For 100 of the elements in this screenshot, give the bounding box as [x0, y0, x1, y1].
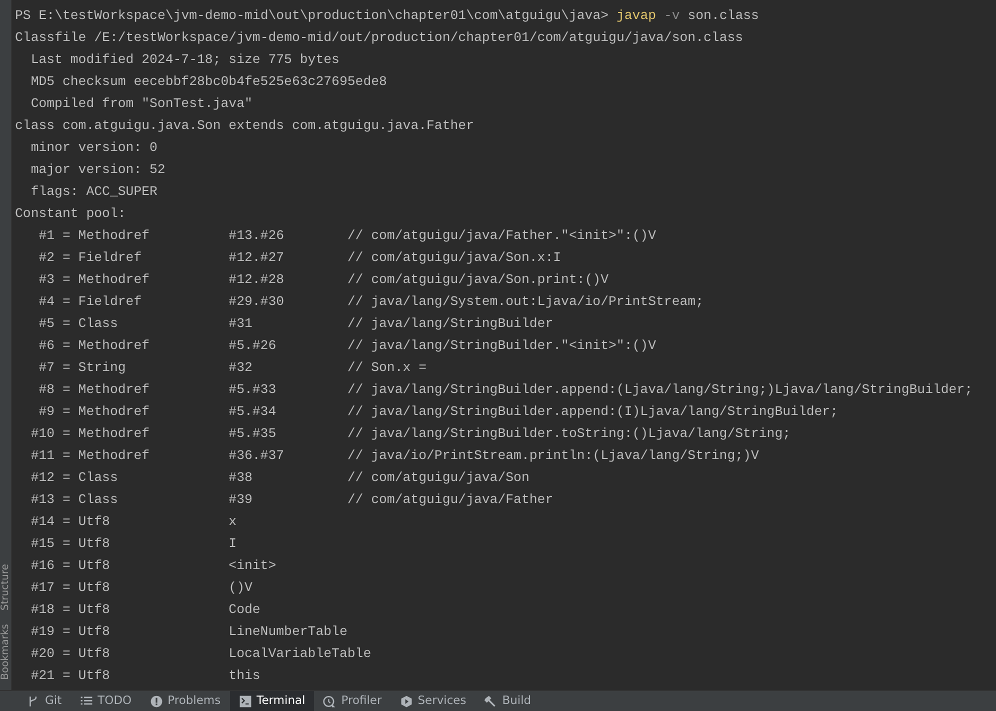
tool-window-tab[interactable]: Build: [475, 691, 540, 711]
pool-reference: #12.#28: [228, 271, 286, 289]
pool-reference: this: [228, 667, 262, 685]
output-line: Last modified 2024-7-18; size 775 bytes: [30, 51, 340, 69]
pool-comment: // java/lang/System.out:Ljava/io/PrintStream;: [347, 293, 704, 311]
pool-reference: #5.#26: [228, 337, 278, 355]
pool-index: #9: [38, 403, 55, 421]
pool-reference: #5.#34: [228, 403, 278, 421]
pool-reference: #12.#27: [228, 249, 286, 267]
tool-window-tab[interactable]: Services: [390, 691, 476, 711]
warning-icon: [150, 694, 163, 708]
pool-index: #20: [30, 645, 55, 663]
tool-window-tab[interactable]: Git: [18, 691, 71, 711]
pool-comment: // com/atguigu/java/Son: [347, 469, 530, 487]
output-line: minor version: 0: [30, 139, 158, 157]
pool-comment: // Son.x =: [347, 359, 426, 377]
pool-reference: <init>: [228, 557, 278, 575]
output-line: MD5 checksum eecebbf28bc0b4fe525e63c27695ede8: [30, 73, 387, 91]
pool-comment: // java/lang/StringBuilder.append:(I)Ljava/lang/StringBuilder;: [347, 403, 838, 421]
option-text: -v: [664, 7, 680, 25]
pool-reference: x: [228, 513, 238, 531]
terminal-icon: [238, 694, 252, 708]
pool-index: #1: [38, 227, 55, 245]
tool-window-tab[interactable]: Profiler: [314, 691, 391, 711]
pool-index: #5: [38, 315, 55, 333]
pool-entry-type: = Methodref: [62, 425, 151, 443]
list-icon: [80, 694, 93, 708]
pool-entry-type: = Fieldref: [62, 293, 143, 311]
pool-entry-type: = Utf8: [62, 667, 111, 685]
pool-reference: #13.#26: [228, 227, 286, 245]
pool-entry-type: = Class: [62, 315, 119, 333]
pool-index: #8: [38, 381, 55, 399]
pool-comment: // com/atguigu/java/Son.print:()V: [347, 271, 609, 289]
hexagon-play-icon: [400, 694, 413, 708]
hammer-icon: [484, 694, 498, 708]
pool-index: #6: [38, 337, 55, 355]
pool-reference: #5.#33: [228, 381, 278, 399]
pool-reference: #36.#37: [228, 447, 286, 465]
pool-comment: // java/lang/StringBuilder.append:(Ljava/lang/String;)Ljava/lang/StringBuilder;: [347, 381, 973, 399]
pool-comment: // java/lang/StringBuilder.toString:()Ljava/lang/String;: [347, 425, 791, 443]
pool-comment: // com/atguigu/java/Son.x:I: [347, 249, 562, 267]
pool-entry-type: = Methodref: [62, 447, 151, 465]
pool-entry-type: = Fieldref: [62, 249, 143, 267]
pool-entry-type: = Utf8: [62, 645, 111, 663]
pool-comment: // java/lang/StringBuilder."<init>":()V: [347, 337, 656, 355]
stopwatch-icon: [323, 694, 336, 708]
output-line: class com.atguigu.java.Son extends com.atguigu.java.Father: [15, 117, 474, 135]
pool-comment: // java/io/PrintStream.println:(Ljava/lang/String;)V: [347, 447, 759, 465]
pool-reference: #38: [228, 469, 254, 487]
pool-index: #18: [30, 601, 55, 619]
output-line: major version: 52: [30, 161, 166, 179]
pool-entry-type: = Methodref: [62, 403, 151, 421]
pool-index: #19: [30, 623, 55, 641]
pool-entry-type: = Utf8: [62, 557, 111, 575]
pool-reference: Code: [228, 601, 262, 619]
pool-reference: LocalVariableTable: [228, 645, 372, 663]
pool-entry-type: = Utf8: [62, 579, 111, 597]
command-argument: son.class: [688, 7, 759, 25]
pool-reference: I: [228, 535, 238, 553]
tool-window-tab[interactable]: Problems: [140, 691, 230, 711]
output-line: Classfile /E:/testWorkspace/jvm-demo-mid/out/production/chapter01/com/atguigu/java/son.class: [15, 29, 744, 47]
pool-reference: #39: [228, 491, 254, 509]
pool-reference: ()V: [228, 579, 254, 597]
pool-index: #14: [30, 513, 55, 531]
output-line: Compiled from "SonTest.java": [30, 95, 252, 113]
pool-reference: #32: [228, 359, 254, 377]
pool-entry-type: = Utf8: [62, 513, 111, 531]
pool-comment: // java/lang/StringBuilder: [347, 315, 554, 333]
pool-index: #15: [30, 535, 55, 553]
command-text: javap: [616, 7, 656, 25]
output-line: Constant pool:: [15, 205, 126, 223]
pool-reference: #31: [228, 315, 254, 333]
pool-index: #12: [30, 469, 55, 487]
pool-entry-type: = Utf8: [62, 601, 111, 619]
pool-entry-type: = String: [62, 359, 127, 377]
pool-index: #11: [30, 447, 55, 465]
pool-index: #16: [30, 557, 55, 575]
pool-entry-type: = Class: [62, 491, 119, 509]
pool-index: #4: [38, 293, 55, 311]
pool-entry-type: = Class: [62, 469, 119, 487]
pool-entry-type: = Utf8: [62, 535, 111, 553]
pool-index: #7: [38, 359, 55, 377]
pool-index: #17: [30, 579, 55, 597]
pool-entry-type: = Methodref: [62, 271, 151, 289]
pool-index: #13: [30, 491, 55, 509]
prompt-text: PS E:\testWorkspace\jvm-demo-mid\out\production\chapter01\com\atguigu\java>: [15, 7, 609, 25]
pool-index: #10: [30, 425, 55, 443]
pool-entry-type: = Methodref: [62, 381, 151, 399]
pool-comment: // com/atguigu/java/Father."<init>":()V: [347, 227, 656, 245]
tool-window-tab[interactable]: TODO: [70, 691, 141, 711]
pool-index: #21: [30, 667, 55, 685]
pool-entry-type: = Utf8: [62, 623, 111, 641]
tool-window-tab[interactable]: Terminal: [230, 691, 314, 711]
pool-reference: LineNumberTable: [228, 623, 348, 641]
pool-entry-type: = Methodref: [62, 337, 151, 355]
pool-reference: #29.#30: [228, 293, 286, 311]
pool-reference: #5.#35: [228, 425, 278, 443]
output-line: flags: ACC_SUPER: [30, 183, 158, 201]
pool-comment: // com/atguigu/java/Father: [347, 491, 554, 509]
pool-index: #2: [38, 249, 55, 267]
